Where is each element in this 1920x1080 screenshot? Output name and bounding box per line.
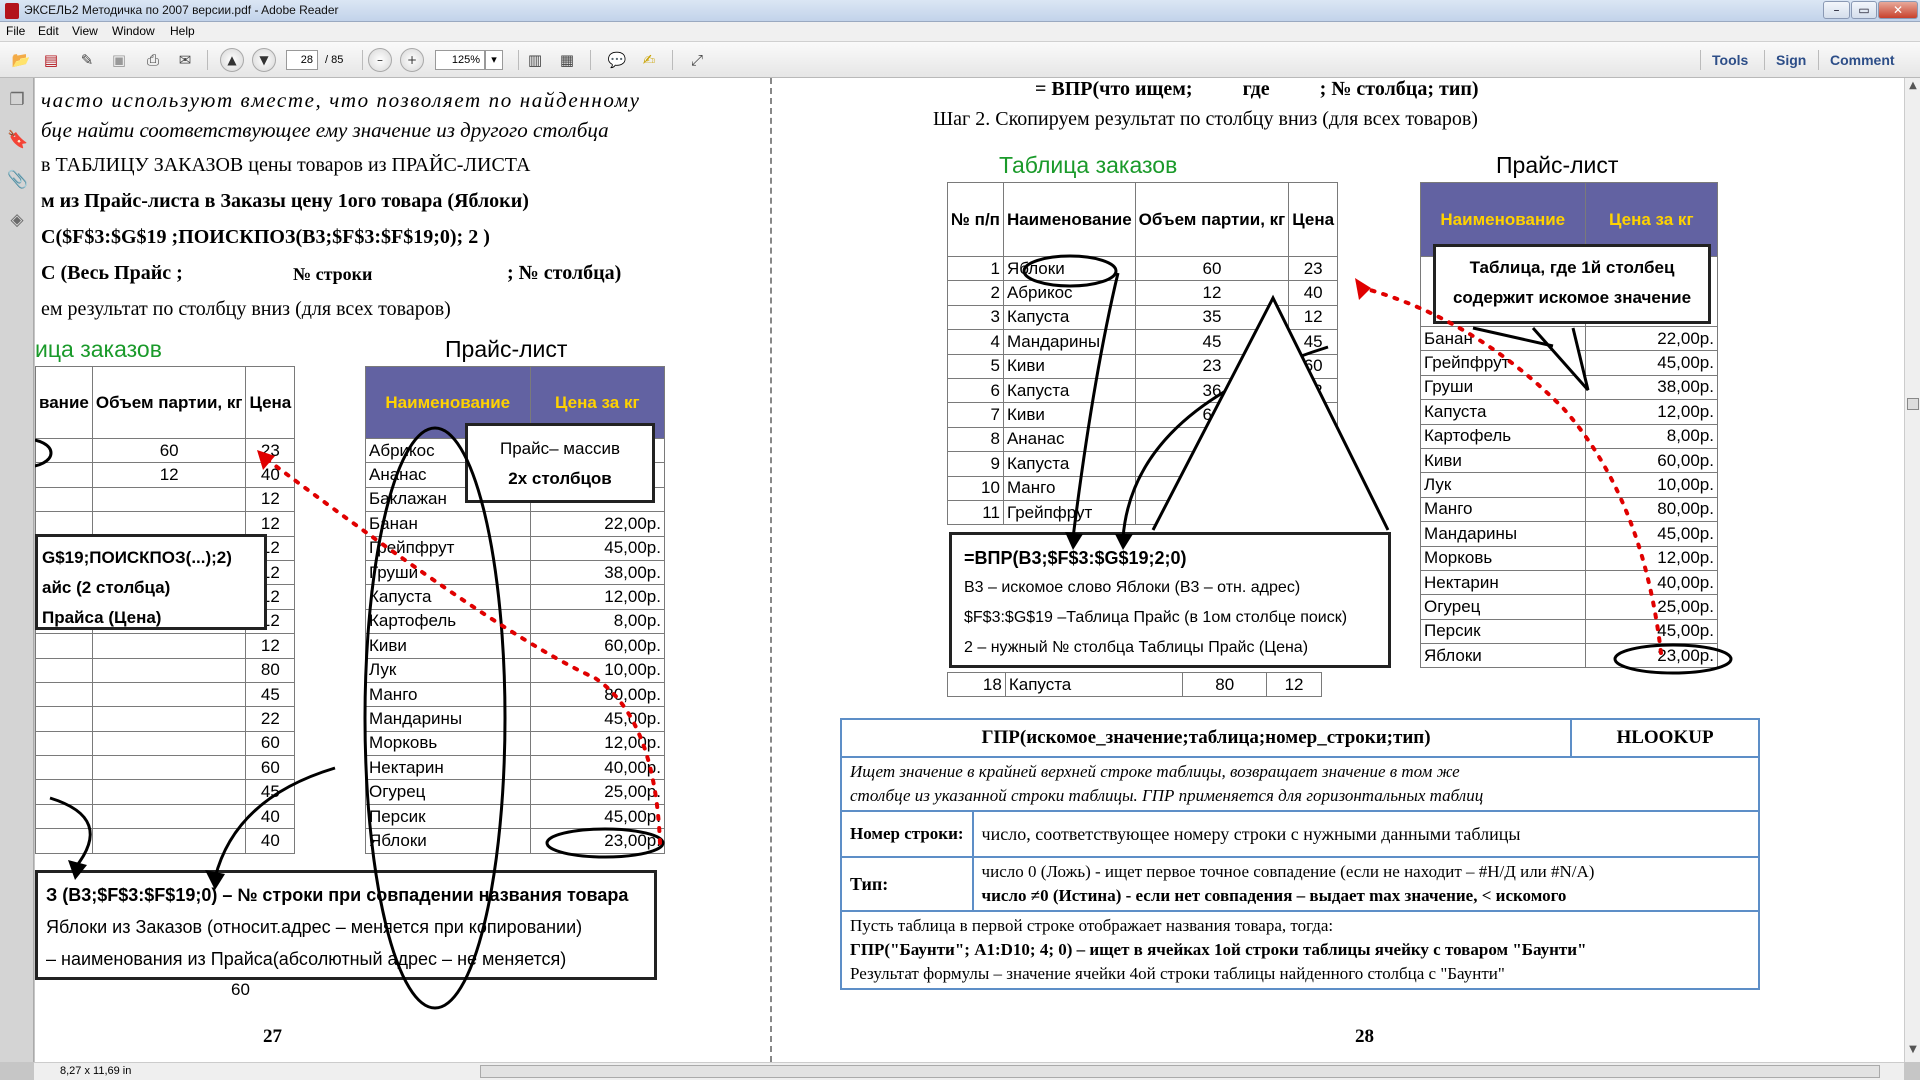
hscroll-thumb[interactable] — [480, 1065, 1880, 1078]
page-divider — [770, 78, 772, 1062]
page-number-27: 27 — [263, 1026, 282, 1047]
row-number-text: число, соответствующее номеру строки с н… — [971, 810, 1761, 858]
page-number-28: 28 — [1355, 1026, 1374, 1047]
hlookup-reference-table: ГПР(искомое_значение;таблица;номер_строк… — [840, 718, 1761, 990]
menu-help[interactable]: Help — [170, 24, 195, 38]
sticky-note-icon[interactable]: 💬 — [606, 49, 628, 71]
pages-icon[interactable]: ❐ — [7, 90, 27, 112]
hlookup-syntax: ГПР(искомое_значение;таблица;номер_строк… — [840, 718, 1572, 758]
page-28: = ВПР(что ищем; где ; № столбца; тип) Ша… — [773, 78, 1904, 1062]
email-icon[interactable]: ✉ — [174, 49, 196, 71]
hlookup-english: HLOOKUP — [1570, 718, 1760, 758]
row-number-label: Номер строки: — [840, 810, 974, 858]
title-bar: ЭКСЕЛЬ2 Методичка по 2007 версии.pdf - A… — [0, 0, 1920, 22]
next-page-icon[interactable]: ▼ — [252, 48, 276, 72]
comment-button[interactable]: Comment — [1830, 52, 1895, 68]
menu-bar: File Edit View Window Help — [0, 22, 1920, 42]
menu-view[interactable]: View — [72, 24, 98, 38]
status-bar: 8,27 x 11,69 in — [34, 1062, 480, 1080]
menu-edit[interactable]: Edit — [38, 24, 59, 38]
zoom-dropdown-icon[interactable]: ▾ — [485, 50, 503, 70]
menu-file[interactable]: File — [6, 24, 25, 38]
example-line: ГПР("Баунти"; A1:D10; 4; 0) – ищет в яче… — [850, 940, 1587, 959]
page-total: / 85 — [325, 54, 344, 66]
navigation-pane: ❐ 🔖 📎 ◈ — [0, 78, 34, 1062]
adobe-reader-icon — [5, 3, 19, 19]
edit-icon[interactable]: ✎ — [76, 49, 98, 71]
description-line: столбце из указанной строки таблицы. ГПР… — [850, 786, 1484, 805]
print-icon[interactable]: ⎙ — [142, 49, 164, 71]
hlookup-description: Ищет значение в крайней верхней строке т… — [840, 756, 1760, 812]
highlight-icon[interactable]: ✍ — [638, 49, 660, 71]
type-option-0: число 0 (Ложь) - ищет первое точное совп… — [981, 862, 1595, 881]
page-size: 8,27 x 11,69 in — [60, 1065, 132, 1077]
scroll-thumb[interactable] — [1907, 398, 1919, 410]
menu-window[interactable]: Window — [112, 24, 155, 38]
minimize-button[interactable]: – — [1823, 1, 1850, 19]
layers-icon[interactable]: ◈ — [7, 210, 27, 232]
zoom-out-icon[interactable]: – — [368, 48, 392, 72]
example-line: Пусть таблица в первой строке отображает… — [850, 916, 1334, 935]
save-icon[interactable]: ▣ — [108, 49, 130, 71]
zoom-in-icon[interactable]: + — [400, 48, 424, 72]
page-number-input[interactable]: 28 — [286, 50, 318, 70]
hlookup-example: Пусть таблица в первой строке отображает… — [840, 910, 1760, 990]
description-line: Ищет значение в крайней верхней строке т… — [850, 762, 1460, 781]
type-label: Тип: — [840, 856, 974, 912]
toolbar: 📂 ▤ ✎ ▣ ⎙ ✉ ▲ ▼ 28 / 85 – + 125% ▾ ▥ ▦ 💬… — [0, 42, 1920, 78]
type-options: число 0 (Ложь) - ищет первое точное совп… — [971, 856, 1761, 912]
prev-page-icon[interactable]: ▲ — [220, 48, 244, 72]
maximize-button[interactable]: ▭ — [1851, 1, 1877, 19]
type-option-1: число ≠0 (Истина) - если нет совпадения … — [981, 886, 1567, 905]
document-view: часто используют вместе, что позволяет п… — [35, 78, 1904, 1062]
scroll-down-icon[interactable]: ▼ — [1907, 1044, 1919, 1058]
close-button[interactable]: ✕ — [1878, 1, 1918, 19]
fit-page-icon[interactable]: ▥ — [524, 49, 546, 71]
annotation-lines-left — [35, 426, 665, 1010]
zoom-input[interactable]: 125% — [435, 50, 485, 70]
scroll-up-icon[interactable]: ▲ — [1907, 80, 1919, 94]
horizontal-scrollbar[interactable] — [480, 1062, 1904, 1080]
fit-width-icon[interactable]: ▦ — [556, 49, 578, 71]
full-screen-icon[interactable]: ⤢ — [686, 49, 708, 71]
open-icon[interactable]: 📂 — [10, 49, 32, 71]
sign-button[interactable]: Sign — [1776, 52, 1806, 68]
attachments-icon[interactable]: 📎 — [7, 170, 28, 192]
create-pdf-icon[interactable]: ▤ — [40, 49, 62, 71]
window-title: ЭКСЕЛЬ2 Методичка по 2007 версии.pdf - A… — [24, 3, 339, 17]
example-line: Результат формулы – значение ячейки 4ой … — [850, 964, 1505, 983]
page-27: часто используют вместе, что позволяет п… — [35, 78, 765, 1062]
vertical-scrollbar[interactable]: ▲ ▼ — [1904, 78, 1920, 1062]
tools-button[interactable]: Tools — [1712, 52, 1748, 68]
bookmarks-icon[interactable]: 🔖 — [7, 130, 28, 152]
